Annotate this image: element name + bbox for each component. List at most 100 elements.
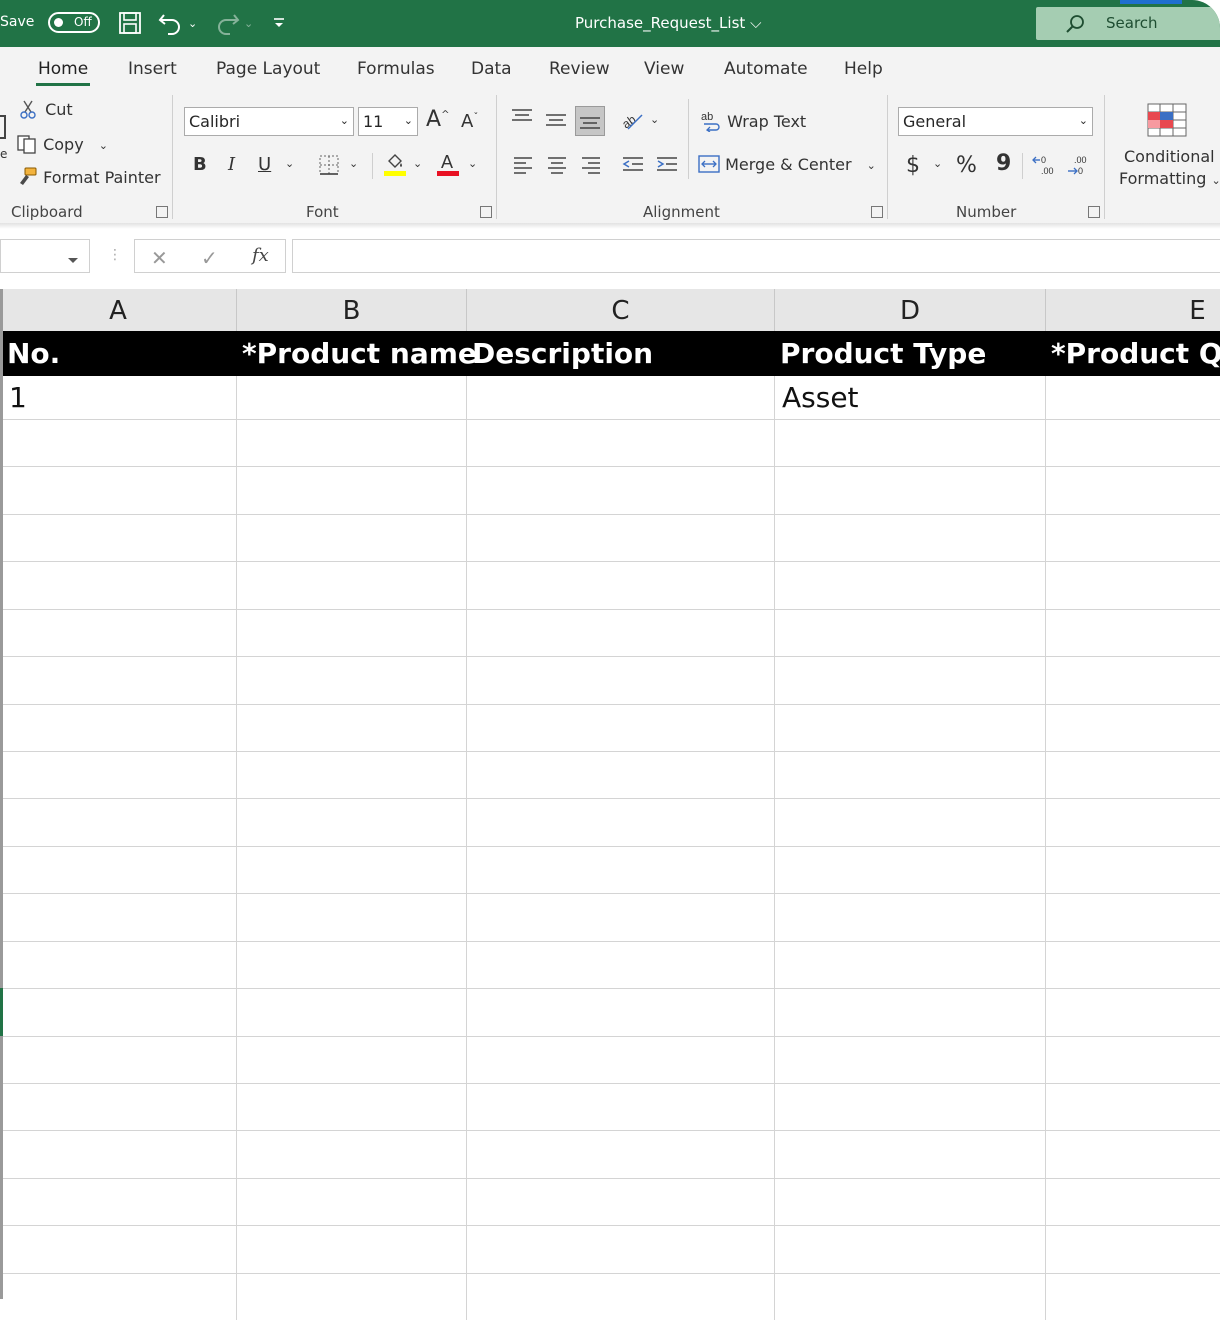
- font-name-combo[interactable]: Calibri ⌄: [184, 107, 354, 136]
- conditional-formatting-label2[interactable]: Formatting ⌄: [1119, 169, 1220, 188]
- row-divider: [0, 846, 1220, 847]
- column-header-d[interactable]: D: [775, 289, 1046, 331]
- font-launcher-icon[interactable]: [480, 206, 492, 218]
- conditional-formatting-label1[interactable]: Conditional: [1124, 147, 1215, 166]
- cut-button[interactable]: Cut: [20, 99, 73, 123]
- paste-icon[interactable]: [0, 115, 6, 139]
- format-painter-button[interactable]: Format Painter: [16, 167, 161, 191]
- decrease-decimal-icon[interactable]: .00 0: [1066, 153, 1092, 181]
- header-cell-product-type[interactable]: Product Type: [780, 337, 986, 370]
- align-left-icon[interactable]: [512, 155, 534, 179]
- underline-button[interactable]: U: [258, 154, 271, 175]
- currency-dropdown-icon[interactable]: ⌄: [933, 157, 942, 170]
- tab-insert[interactable]: Insert: [128, 59, 177, 79]
- column-header-b[interactable]: B: [237, 289, 467, 331]
- tab-review[interactable]: Review: [549, 59, 610, 79]
- cell-a2[interactable]: 1: [9, 381, 27, 414]
- fill-color-dropdown-icon[interactable]: ⌄: [413, 157, 422, 170]
- copy-icon: [17, 135, 36, 154]
- borders-dropdown-icon[interactable]: ⌄: [349, 157, 358, 170]
- cancel-entry-icon[interactable]: ✕: [151, 246, 168, 270]
- column-header-e[interactable]: E: [1046, 289, 1220, 331]
- redo-icon[interactable]: [214, 10, 240, 36]
- undo-dropdown-icon[interactable]: ⌄: [188, 10, 197, 36]
- column-header-c[interactable]: C: [467, 289, 775, 331]
- top-align-icon[interactable]: [510, 107, 534, 131]
- column-header-a[interactable]: A: [0, 289, 237, 331]
- formula-bar: ⋮ ✕ ✓ fx: [0, 229, 1220, 283]
- clipboard-launcher-icon[interactable]: [156, 206, 168, 218]
- formula-buttons: ✕ ✓ fx: [134, 239, 286, 273]
- font-size-combo[interactable]: 11 ⌄: [358, 107, 418, 136]
- wrap-text-button[interactable]: ab Wrap Text: [700, 110, 806, 136]
- tab-view[interactable]: View: [644, 59, 684, 79]
- middle-align-icon[interactable]: [544, 111, 568, 135]
- chevron-down-icon: ⌄: [339, 114, 349, 127]
- insert-function-icon[interactable]: fx: [252, 245, 269, 266]
- copy-dropdown-icon[interactable]: ⌄: [99, 139, 108, 152]
- font-color-button[interactable]: A: [436, 151, 460, 181]
- tab-data[interactable]: Data: [471, 59, 512, 79]
- number-format-combo[interactable]: General ⌄: [898, 107, 1093, 136]
- name-box[interactable]: [0, 239, 90, 273]
- align-center-icon[interactable]: [546, 155, 568, 179]
- autosave-toggle[interactable]: Off: [48, 12, 100, 33]
- cell-d2[interactable]: Asset: [782, 381, 859, 414]
- align-right-icon[interactable]: [580, 155, 602, 179]
- increase-font-size-icon[interactable]: A^: [426, 107, 449, 132]
- row-divider: [0, 1273, 1220, 1274]
- paste-dropdown-icon[interactable]: e: [0, 147, 7, 161]
- underline-dropdown-icon[interactable]: ⌄: [285, 157, 294, 170]
- orientation-dropdown-icon[interactable]: ⌄: [650, 113, 659, 126]
- save-icon[interactable]: [118, 10, 142, 36]
- search-box[interactable]: Search: [1036, 7, 1220, 40]
- decrease-font-size-icon[interactable]: Aˇ: [461, 111, 478, 132]
- header-cell-product-quantity[interactable]: *Product Qua: [1051, 337, 1220, 370]
- row-divider: [0, 466, 1220, 467]
- copy-button[interactable]: Copy ⌄: [16, 134, 108, 158]
- number-launcher-icon[interactable]: [1088, 206, 1100, 218]
- orientation-icon[interactable]: ab: [619, 109, 646, 137]
- row-divider: [0, 561, 1220, 562]
- comma-style-button[interactable]: 9: [996, 151, 1011, 176]
- row-header-edge: [0, 289, 3, 1299]
- name-box-dropdown-icon[interactable]: [67, 250, 79, 269]
- merge-center-button[interactable]: Merge & Center ⌄: [698, 153, 876, 179]
- currency-button[interactable]: $: [906, 153, 920, 178]
- merge-dropdown-icon[interactable]: ⌄: [867, 159, 876, 172]
- undo-icon[interactable]: [158, 10, 184, 36]
- row-divider: [0, 751, 1220, 752]
- tab-page-layout[interactable]: Page Layout: [216, 59, 320, 79]
- header-cell-description[interactable]: Description: [472, 337, 653, 370]
- fill-color-button[interactable]: [383, 151, 407, 181]
- alignment-launcher-icon[interactable]: [871, 206, 883, 218]
- bold-button[interactable]: B: [193, 154, 207, 175]
- header-cell-product-name[interactable]: *Product name: [242, 337, 477, 370]
- document-title[interactable]: Purchase_Request_List ⌵: [575, 14, 761, 32]
- increase-indent-icon[interactable]: [655, 155, 679, 179]
- tab-home[interactable]: Home: [38, 59, 88, 79]
- confirm-entry-icon[interactable]: ✓: [201, 246, 218, 270]
- formula-bar-grip-icon[interactable]: ⋮: [108, 247, 122, 263]
- tab-formulas[interactable]: Formulas: [357, 59, 435, 79]
- formula-input[interactable]: [292, 239, 1220, 273]
- header-cell-no[interactable]: No.: [7, 337, 60, 370]
- tab-automate[interactable]: Automate: [724, 59, 808, 79]
- percent-button[interactable]: %: [956, 153, 977, 178]
- tab-help[interactable]: Help: [844, 59, 883, 79]
- wrap-text-icon: ab: [701, 111, 720, 133]
- copy-label: Copy: [43, 135, 84, 154]
- borders-button[interactable]: [318, 154, 340, 180]
- font-color-icon: A: [437, 152, 459, 176]
- svg-text:0: 0: [1078, 166, 1083, 176]
- conditional-formatting-icon[interactable]: [1147, 103, 1187, 141]
- increase-decimal-icon[interactable]: 0.00: [1032, 153, 1058, 181]
- clipboard-group-label: Clipboard: [11, 203, 83, 221]
- merge-center-label: Merge & Center: [725, 155, 852, 174]
- bottom-align-icon[interactable]: [575, 106, 605, 136]
- redo-dropdown-icon[interactable]: ⌄: [244, 10, 253, 36]
- customize-toolbar-icon[interactable]: [272, 10, 286, 36]
- decrease-indent-icon[interactable]: [621, 155, 645, 179]
- italic-button[interactable]: I: [228, 154, 235, 175]
- font-color-dropdown-icon[interactable]: ⌄: [468, 157, 477, 170]
